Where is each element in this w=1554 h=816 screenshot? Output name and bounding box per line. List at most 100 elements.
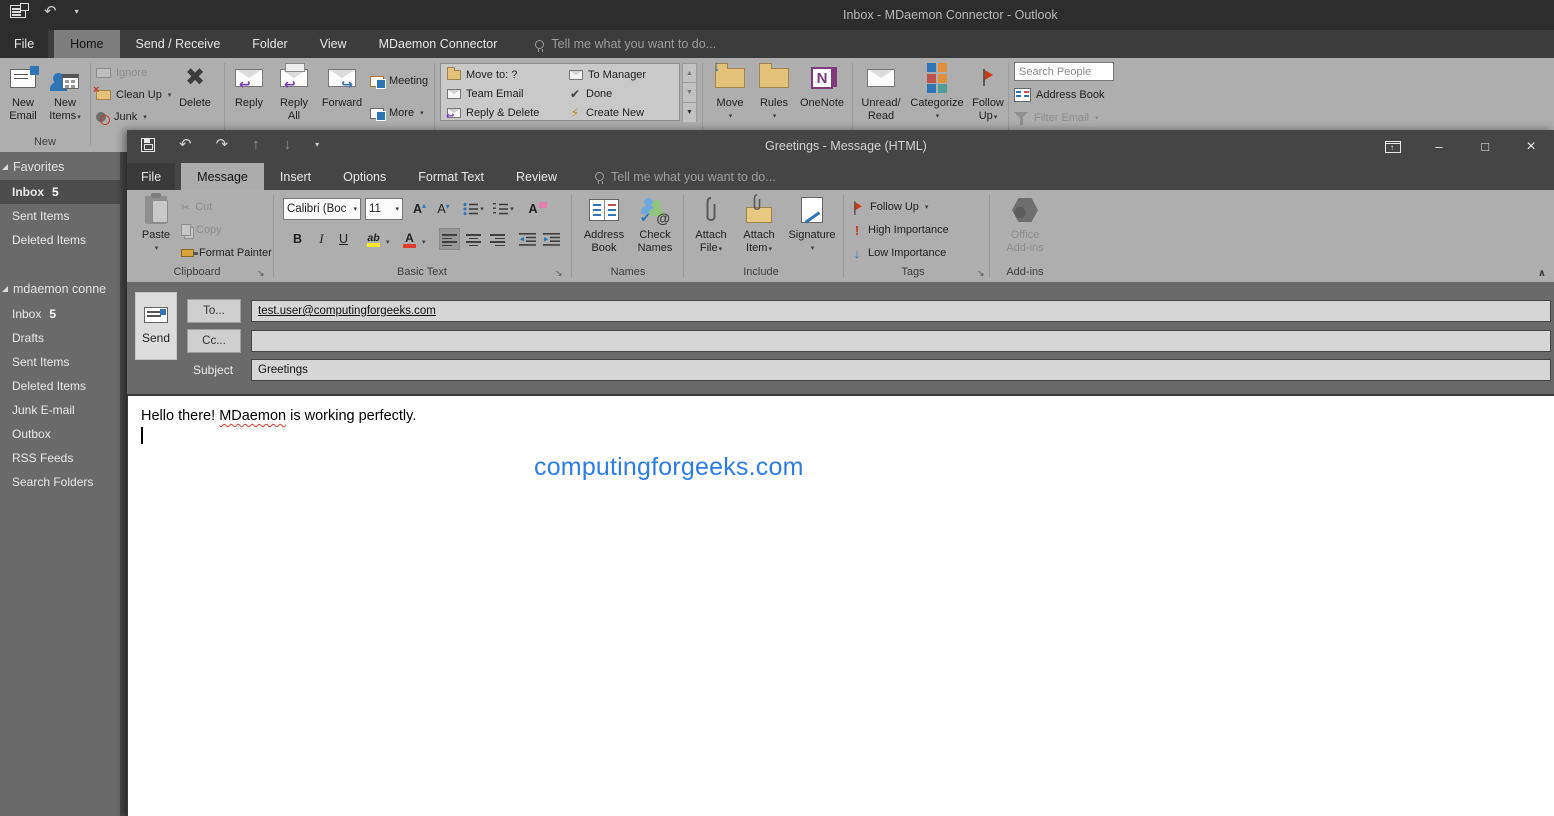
quick-step-create-new[interactable]: ⚡ Create New — [569, 103, 644, 122]
unread-read-button[interactable]: Unread/ Read — [856, 61, 906, 123]
junk-button[interactable]: Junk ▾ — [96, 108, 147, 126]
tab-send-receive[interactable]: Send / Receive — [120, 30, 237, 58]
sidebar-item-sent-items[interactable]: Sent Items — [0, 350, 120, 374]
quick-step-move-to[interactable]: Move to: ? — [447, 65, 517, 84]
underline-button[interactable]: U — [333, 228, 354, 250]
grow-font-button[interactable]: A▴ — [409, 198, 430, 220]
font-name-select[interactable]: Calibri (Boc ▾ — [283, 198, 361, 220]
highlight-button[interactable]: ab — [363, 228, 384, 250]
font-color-button[interactable]: A — [399, 228, 420, 250]
quick-step-team-email[interactable]: Team Email — [447, 84, 523, 103]
address-book-button-msg[interactable]: Address Book — [579, 193, 629, 255]
quick-steps-scrollbar[interactable]: ▲ ▼ ▼ — [682, 63, 697, 121]
high-importance-button[interactable]: ! High Importance — [851, 221, 949, 239]
shrink-font-button[interactable]: A▾ — [433, 198, 454, 220]
meeting-button[interactable]: Meeting — [370, 72, 428, 90]
quick-step-reply-delete[interactable]: ↩ Reply & Delete — [447, 103, 539, 122]
tab-file[interactable]: File — [0, 30, 48, 58]
bold-button[interactable]: B — [287, 228, 308, 250]
filter-email-button[interactable]: Filter Email ▾ — [1014, 109, 1099, 127]
italic-button[interactable]: I — [311, 228, 332, 250]
increase-indent-button[interactable] — [541, 228, 562, 250]
sidebar-item-deleted-favorite[interactable]: Deleted Items — [0, 228, 120, 252]
reply-button[interactable]: ↩ Reply — [228, 61, 270, 110]
delete-button[interactable]: ✖ Delete — [172, 61, 218, 110]
maximize-button[interactable]: □ — [1462, 130, 1508, 163]
next-item-icon[interactable]: ↓ — [284, 137, 292, 152]
scroll-down-icon[interactable]: ▼ — [683, 83, 696, 102]
undo-icon[interactable]: ↶ — [44, 4, 57, 19]
check-names-button[interactable]: ✔@ Check Names — [633, 193, 677, 255]
forward-button[interactable]: ↪ Forward — [318, 61, 366, 110]
send-button[interactable]: Send — [135, 292, 177, 360]
signature-button[interactable]: Signature ▾ — [785, 193, 839, 255]
follow-up-button[interactable]: Follow Up▾ — [966, 61, 1010, 124]
msg-tab-review[interactable]: Review — [500, 163, 573, 190]
quick-step-done[interactable]: ✔ Done — [569, 84, 612, 103]
send-receive-icon[interactable] — [10, 5, 26, 18]
msg-tab-options[interactable]: Options — [327, 163, 402, 190]
move-button[interactable]: ↓ Move ▾ — [708, 61, 752, 123]
msg-tab-file[interactable]: File — [127, 163, 175, 190]
reply-all-button[interactable]: ↩ Reply All — [272, 61, 316, 123]
paste-button[interactable]: Paste ▾ — [137, 193, 175, 255]
align-right-button[interactable] — [487, 228, 508, 250]
to-button[interactable]: To... — [187, 299, 241, 323]
collapse-ribbon-icon[interactable]: ∧ — [1538, 268, 1546, 279]
subject-field[interactable]: Greetings — [251, 359, 1551, 381]
tab-mdaemon-connector[interactable]: MDaemon Connector — [363, 30, 514, 58]
sidebar-item-rss[interactable]: RSS Feeds — [0, 446, 120, 470]
sidebar-item-search-folders[interactable]: Search Folders — [0, 470, 120, 494]
tell-me-box[interactable]: Tell me what you want to do... — [535, 30, 716, 58]
numbering-button[interactable]: ▾ — [493, 198, 514, 220]
sidebar-item-sent-favorite[interactable]: Sent Items — [0, 204, 120, 228]
format-painter-button[interactable]: Format Painter — [181, 244, 272, 262]
quick-step-to-manager[interactable]: To Manager — [569, 65, 646, 84]
tab-home[interactable]: Home — [54, 30, 119, 58]
save-icon[interactable] — [141, 138, 155, 152]
address-book-button[interactable]: Address Book — [1014, 86, 1104, 104]
favorites-header[interactable]: Favorites — [0, 152, 120, 180]
font-size-select[interactable]: 11 ▾ — [365, 198, 403, 220]
undo-icon[interactable]: ↶ — [179, 137, 192, 152]
msg-tab-format-text[interactable]: Format Text — [402, 163, 500, 190]
ignore-button[interactable]: Ignore — [96, 64, 147, 82]
close-button[interactable]: × — [1508, 130, 1554, 163]
more-button[interactable]: More ▾ — [370, 104, 424, 122]
attach-item-button[interactable]: Attach Item▾ — [737, 193, 781, 256]
clipboard-dialog-launcher[interactable]: ↘ — [257, 268, 265, 279]
minimize-button[interactable]: – — [1416, 130, 1462, 163]
tab-view[interactable]: View — [304, 30, 363, 58]
align-left-button[interactable] — [439, 228, 460, 250]
quick-steps-more-icon[interactable]: ▼ — [683, 103, 696, 122]
low-importance-button[interactable]: ↓ Low Importance — [851, 244, 946, 262]
cc-button[interactable]: Cc... — [187, 329, 241, 353]
basic-text-dialog-launcher[interactable]: ↘ — [555, 268, 563, 279]
to-field[interactable]: test.user@computingforgeeks.com — [251, 300, 1551, 322]
previous-item-icon[interactable]: ↑ — [252, 137, 260, 152]
decrease-indent-button[interactable] — [517, 228, 538, 250]
new-items-button[interactable]: New Items▾ — [44, 61, 86, 124]
clean-up-button[interactable]: Clean Up ▾ — [96, 86, 171, 104]
customize-qat-icon[interactable]: ▾ — [315, 140, 319, 149]
chevron-down-icon[interactable]: ▾ — [422, 238, 426, 246]
follow-up-button-msg[interactable]: Follow Up ▾ — [851, 198, 928, 216]
ribbon-display-options-button[interactable] — [1370, 130, 1416, 163]
onenote-button[interactable]: N OneNote — [796, 61, 848, 110]
copy-button[interactable]: Copy — [181, 221, 222, 239]
sidebar-item-outbox[interactable]: Outbox — [0, 422, 120, 446]
sidebar-item-inbox[interactable]: Inbox 5 — [0, 302, 120, 326]
tab-folder[interactable]: Folder — [236, 30, 303, 58]
cut-button[interactable]: ✂ Cut — [181, 198, 212, 216]
scroll-up-icon[interactable]: ▲ — [683, 64, 696, 83]
message-body[interactable]: Hello there! MDaemon is working perfectl… — [127, 394, 1554, 816]
msg-tab-message[interactable]: Message — [181, 163, 264, 190]
office-addins-button[interactable]: Office Add-ins — [997, 193, 1053, 255]
tell-me-box[interactable]: Tell me what you want to do... — [595, 163, 776, 190]
customize-qat-icon[interactable]: ▾ — [75, 7, 79, 16]
rules-button[interactable]: Rules ▾ — [754, 61, 794, 123]
account-header[interactable]: mdaemon conne — [0, 274, 120, 302]
tags-dialog-launcher[interactable]: ↘ — [977, 268, 985, 279]
bullets-button[interactable]: ▾ — [463, 198, 484, 220]
sidebar-item-drafts[interactable]: Drafts — [0, 326, 120, 350]
